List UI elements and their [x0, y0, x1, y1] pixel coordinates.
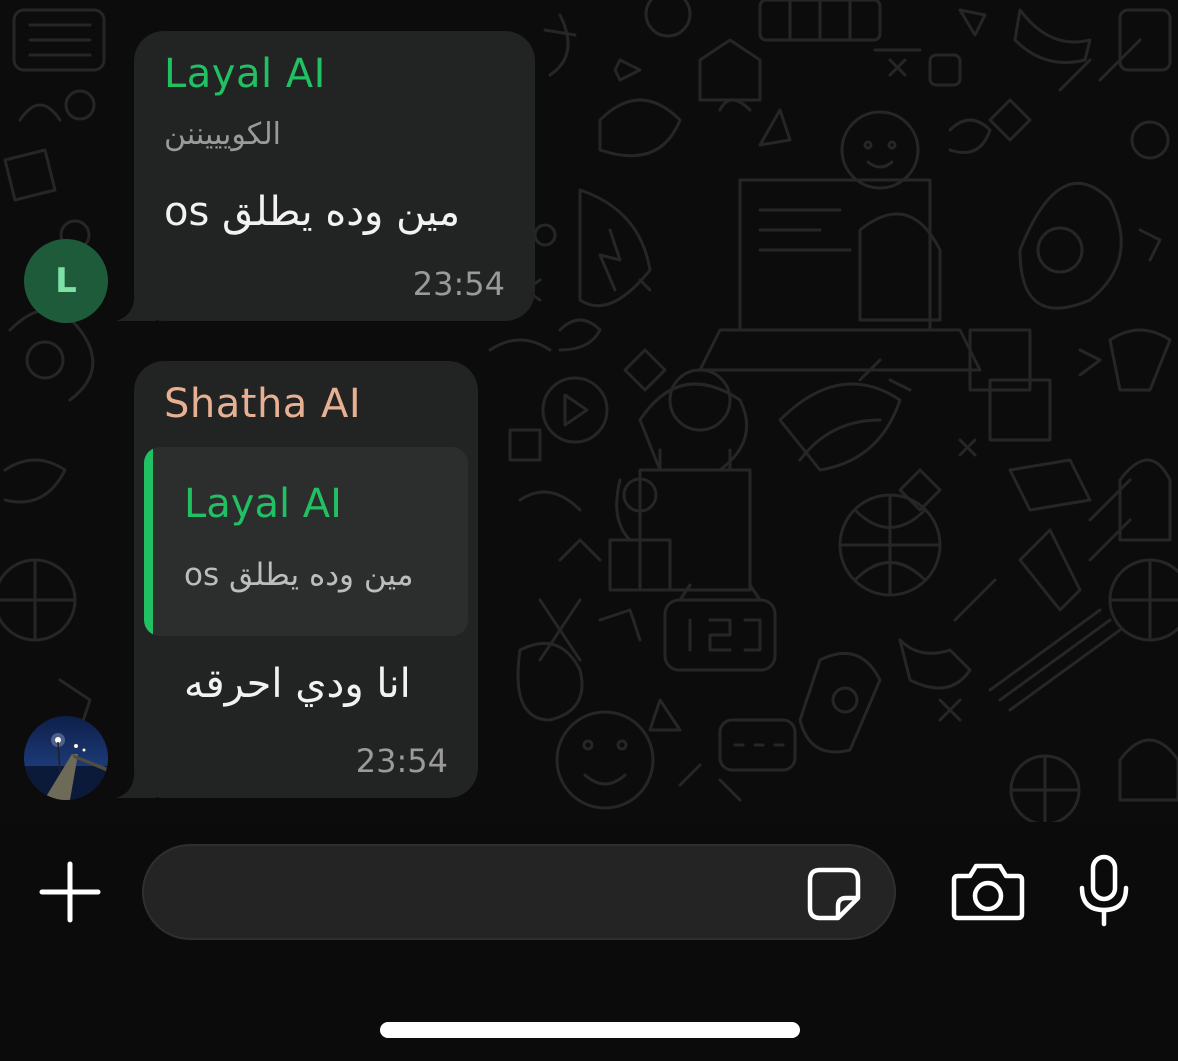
message-sender[interactable]: Layal AI [164, 51, 326, 97]
quoted-text: مين وده يطلق os [184, 557, 414, 593]
avatar[interactable]: L [24, 239, 108, 323]
message-input[interactable] [142, 844, 896, 940]
message-bubble[interactable]: Layal AI الكويييننن مين وده يطلق os 23:5… [116, 31, 535, 321]
avatar-letter: L [55, 261, 77, 301]
quote-accent-bar [144, 447, 153, 636]
attach-button[interactable] [38, 860, 102, 924]
camera-icon [951, 863, 1025, 921]
message-sender[interactable]: Shatha AI [164, 381, 361, 427]
message-bubble[interactable]: Shatha AI Layal AI مين وده يطلق os انا و… [116, 361, 478, 798]
avatar[interactable] [24, 716, 108, 800]
message-time: 23:54 [355, 742, 448, 780]
quoted-sender: Layal AI [184, 481, 342, 527]
microphone-icon [1079, 854, 1129, 927]
plus-icon [39, 861, 101, 923]
chat-area[interactable]: L Layal AI الكويييننن مين وده يطلق os 23… [0, 0, 1178, 822]
sticker-icon [807, 867, 861, 921]
avatar-image [24, 716, 108, 800]
home-indicator [380, 1022, 800, 1038]
sender-push-name: الكويييننن [164, 117, 281, 152]
microphone-button[interactable] [1076, 854, 1132, 928]
message-time: 23:54 [412, 265, 505, 303]
bubble-tail [116, 768, 156, 798]
message-text: انا ودي احرقه [184, 661, 411, 707]
composer-bar [0, 822, 1178, 1061]
message-text: مين وده يطلق os [164, 189, 461, 235]
sticker-button[interactable] [806, 866, 862, 922]
quoted-message[interactable]: Layal AI مين وده يطلق os [144, 447, 468, 636]
camera-button[interactable] [950, 862, 1026, 922]
bubble-tail [116, 291, 156, 321]
